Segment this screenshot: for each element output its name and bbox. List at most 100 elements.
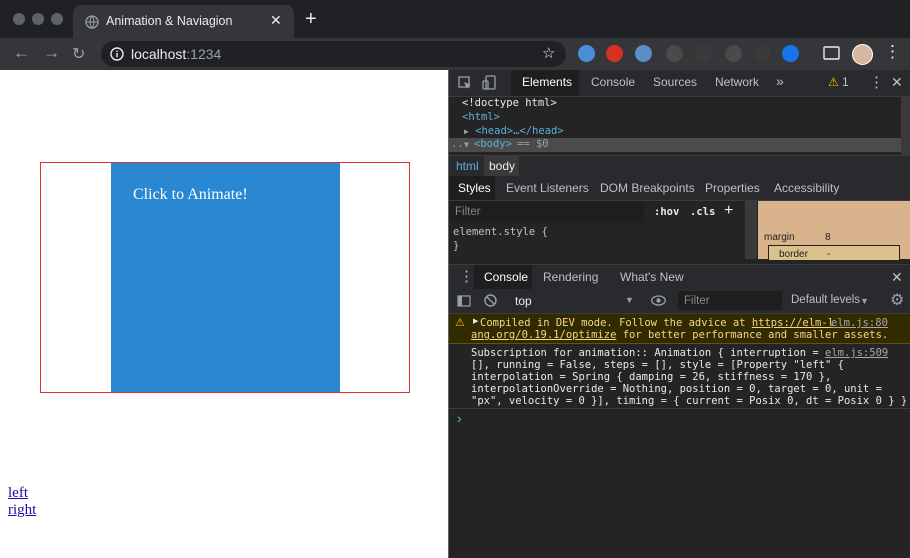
element-style-rule[interactable]: element.style {	[453, 226, 548, 238]
inspect-element-icon[interactable]	[458, 76, 472, 90]
box-model-margin[interactable]: margin 8 border -	[758, 201, 910, 260]
devtools-panel: Elements Console Sources Network » ⚠ 1 ⋮…	[449, 70, 910, 558]
devtools-menu-icon[interactable]: ⋮	[869, 73, 884, 91]
box-model-border[interactable]: border -	[768, 245, 900, 260]
browser-toolbar: ← → ↻ localhost:1234 ☆ ⋮	[0, 38, 910, 70]
class-toggle[interactable]: .cls	[690, 206, 715, 218]
styles-scrollbar[interactable]	[745, 201, 757, 259]
close-drawer-icon[interactable]: ✕	[891, 269, 903, 286]
drawer-tab-console[interactable]: Console	[474, 265, 532, 289]
warning-icon: ⚠	[455, 317, 465, 329]
right-link[interactable]: right	[8, 502, 36, 519]
log-line: "px", velocity = 0 }], timing = { curren…	[471, 395, 908, 407]
browser-tab[interactable]: Animation & Naviagion ✕	[73, 5, 294, 38]
animate-box[interactable]: Click to Animate!	[111, 163, 340, 392]
more-tabs-button[interactable]: »	[776, 73, 784, 89]
drawer-tabbar: ⋮ Console Rendering What's New ✕	[449, 264, 910, 290]
extension-pin-icon[interactable]	[695, 45, 712, 62]
avatar[interactable]	[852, 44, 873, 65]
tab-accessibility[interactable]: Accessibility	[774, 181, 839, 195]
address-bar[interactable]: localhost:1234 ☆	[101, 41, 566, 67]
hover-state-toggle[interactable]: :hov	[654, 206, 679, 218]
console-log-message: Subscription for animation:: Animation {…	[449, 344, 910, 409]
eye-icon[interactable]	[651, 295, 666, 306]
menu-kebab-icon[interactable]: ⋮	[884, 42, 901, 62]
context-select[interactable]: top ▼	[507, 291, 637, 311]
chevron-down-icon: ▼	[625, 295, 634, 305]
tab-sources[interactable]: Sources	[653, 75, 697, 89]
styles-pane: Filter :hov .cls + element.style { }	[449, 201, 744, 259]
styles-filter-input[interactable]: Filter	[449, 201, 644, 223]
sidebar-toggle-icon[interactable]	[457, 295, 471, 307]
breadcrumb-body[interactable]: body	[484, 156, 519, 176]
clear-console-icon[interactable]	[484, 294, 497, 307]
breadcrumb-html[interactable]: html	[456, 159, 479, 173]
minimize-window-button[interactable]	[32, 13, 44, 25]
dom-doctype[interactable]: <!doctype html>	[462, 97, 557, 109]
tab-network[interactable]: Network	[715, 75, 759, 89]
styles-tabbar: Styles Event Listeners DOM Breakpoints P…	[449, 176, 910, 201]
expand-triangle-icon[interactable]: ▶	[473, 317, 478, 325]
devtools-tabbar: Elements Console Sources Network » ⚠ 1 ⋮…	[449, 70, 910, 97]
dom-body-row[interactable]: ... ▼ <body> == $0	[449, 138, 901, 152]
forward-button[interactable]: →	[43, 43, 60, 63]
dom-head[interactable]: ▶ <head>…</head>	[464, 125, 564, 137]
extension-icon[interactable]	[635, 45, 652, 62]
device-toolbar-icon[interactable]	[482, 75, 496, 90]
tab-console[interactable]: Console	[591, 75, 635, 89]
chevron-down-icon: ▼	[860, 296, 869, 306]
warning-count: 1	[842, 75, 849, 89]
cast-icon[interactable]	[823, 46, 840, 61]
tab-elements[interactable]: Elements	[511, 70, 579, 96]
extension-stop-icon[interactable]	[606, 45, 623, 62]
console-toolbar: top ▼ Filter Default levels ▼ ⚙	[449, 289, 910, 314]
extension-password-icon[interactable]	[782, 45, 799, 62]
tab-event-listeners[interactable]: Event Listeners	[506, 181, 589, 195]
back-button[interactable]: ←	[13, 43, 30, 63]
console-prompt[interactable]: ›	[449, 409, 910, 429]
log-line: Subscription for animation:: Animation {…	[471, 347, 819, 359]
tab-dom-breakpoints[interactable]: DOM Breakpoints	[600, 181, 695, 195]
element-style-close: }	[453, 240, 460, 252]
new-style-rule-icon[interactable]: +	[724, 202, 733, 220]
console-filter-input[interactable]: Filter	[678, 291, 782, 310]
warning-line-2: ang.org/0.19.1/optimize for better perfo…	[471, 329, 889, 341]
extension-icon[interactable]	[578, 45, 595, 62]
dom-scrollbar[interactable]	[901, 97, 910, 155]
log-line: interpolationOverride = Nothing, positio…	[471, 383, 882, 395]
close-devtools-icon[interactable]: ✕	[891, 74, 903, 91]
warning-icon[interactable]: ⚠	[828, 75, 839, 89]
dom-html[interactable]: <html>	[462, 111, 500, 123]
animate-label: Click to Animate!	[133, 186, 248, 203]
reload-button[interactable]: ↻	[72, 44, 85, 64]
bookmark-star-icon[interactable]: ☆	[542, 44, 555, 62]
gear-icon[interactable]: ⚙	[890, 290, 904, 310]
drawer-menu-icon[interactable]: ⋮	[459, 267, 474, 285]
breadcrumb: html body	[449, 155, 910, 176]
log-line: interpolation = Spring { damping = 26, s…	[471, 371, 832, 383]
box-model: margin 8 border -	[758, 201, 910, 260]
drawer-tab-rendering[interactable]: Rendering	[543, 270, 598, 284]
optimize-link[interactable]: https://elm-l	[752, 317, 834, 329]
extension-icon[interactable]	[666, 45, 683, 62]
new-tab-button[interactable]: +	[305, 9, 317, 29]
url-text: localhost:1234	[131, 46, 222, 62]
log-source-link[interactable]: elm.js:509	[825, 347, 888, 359]
warning-source-link[interactable]: elm.js:80	[831, 317, 888, 329]
drawer-tab-whats-new[interactable]: What's New	[620, 270, 684, 284]
close-window-button[interactable]	[13, 13, 25, 25]
extension-pin-icon[interactable]	[754, 45, 771, 62]
optimize-link-continued[interactable]: ang.org/0.19.1/optimize	[471, 329, 616, 341]
left-link[interactable]: left	[8, 485, 28, 502]
tab-styles[interactable]: Styles	[449, 176, 495, 200]
console-warning-message: ⚠ ▶ Compiled in DEV mode. Follow the adv…	[449, 314, 910, 344]
extension-icon[interactable]	[725, 45, 742, 62]
log-line: [], running = False, steps = [], style =…	[471, 359, 844, 371]
log-levels-select[interactable]: Default levels	[791, 294, 860, 306]
tab-properties[interactable]: Properties	[705, 181, 760, 195]
info-icon[interactable]	[110, 47, 124, 61]
tab-title: Animation & Naviagion	[106, 14, 233, 28]
maximize-window-button[interactable]	[51, 13, 63, 25]
close-tab-icon[interactable]: ✕	[270, 12, 282, 29]
page-viewport: Click to Animate! left right	[0, 70, 448, 558]
